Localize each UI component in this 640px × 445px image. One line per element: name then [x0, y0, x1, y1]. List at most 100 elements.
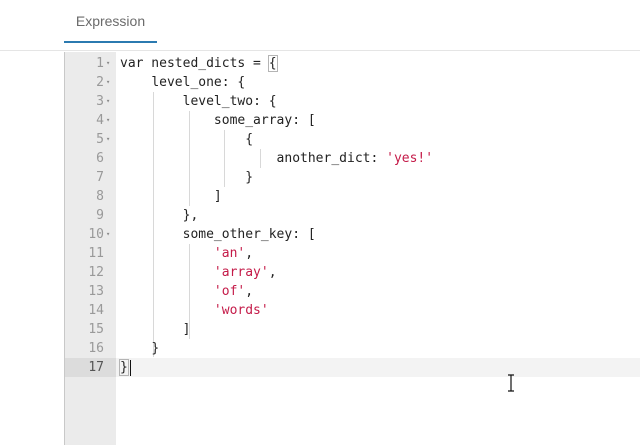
code-line[interactable]: 6 another_dict: 'yes!'	[65, 149, 640, 168]
code-token: }	[119, 359, 129, 376]
code-text: 'of',	[120, 282, 253, 301]
code-text: },	[120, 206, 199, 225]
code-token: ,	[245, 284, 254, 299]
code-line[interactable]: 14 'words'	[65, 301, 640, 320]
code-text: another_dict: 'yes!'	[120, 149, 434, 168]
code-editor[interactable]: 1 ▾ var nested_dicts = {2 ▾ level_one: {3 ▾ …	[64, 52, 640, 445]
code-text: level_one: {	[120, 73, 245, 92]
code-line[interactable]: 7 }	[65, 168, 640, 187]
code-token: ]	[182, 322, 191, 337]
code-line[interactable]: 13 'of',	[65, 282, 640, 301]
line-number: 12	[88, 265, 104, 280]
code-token: var nested_dicts =	[120, 56, 269, 71]
fold-arrow-icon[interactable]: ▾	[106, 130, 110, 149]
code-token: ,	[268, 265, 277, 280]
line-number: 1	[96, 56, 104, 71]
line-number: 15	[88, 322, 104, 337]
code-line[interactable]: 3 ▾ level_two: {	[65, 92, 640, 111]
code-line[interactable]: 10 ▾ some_other_key: [	[65, 225, 640, 244]
code-token: },	[182, 208, 199, 223]
line-number: 17	[88, 360, 104, 375]
code-line[interactable]: 5 ▾ {	[65, 130, 640, 149]
line-number: 3	[96, 94, 104, 109]
text-caret	[130, 360, 131, 376]
string-literal: 'an'	[213, 246, 246, 261]
code-token: ]	[213, 189, 222, 204]
code-line[interactable]: 2 ▾ level_one: {	[65, 73, 640, 92]
line-number: 2	[96, 75, 104, 90]
code-token: {	[245, 132, 254, 147]
code-token: level_two: {	[182, 94, 277, 109]
string-literal: 'yes!'	[386, 151, 434, 166]
code-token: some_other_key: [	[182, 227, 316, 242]
code-text: some_other_key: [	[120, 225, 316, 244]
code-line[interactable]: 12 'array',	[65, 263, 640, 282]
code-token: another_dict:	[276, 151, 387, 166]
line-number: 16	[88, 341, 104, 356]
code-line[interactable]: 4 ▾ some_array: [	[65, 111, 640, 130]
code-text: }	[120, 168, 253, 187]
line-number: 6	[96, 151, 104, 166]
code-text: some_array: [	[120, 111, 316, 130]
code-text: 'an',	[120, 244, 253, 263]
line-number: 11	[88, 246, 104, 261]
code-line[interactable]: 8 ]	[65, 187, 640, 206]
line-number: 9	[96, 208, 104, 223]
fold-arrow-icon[interactable]: ▾	[106, 225, 110, 244]
code-text: }	[119, 358, 129, 377]
tab-divider	[0, 50, 640, 51]
string-literal: 'array'	[213, 265, 269, 280]
code-text: 'words'	[120, 301, 269, 320]
code-text: ]	[120, 320, 191, 339]
code-text: }	[120, 339, 159, 358]
code-token: }	[151, 341, 160, 356]
tab-expression[interactable]: Expression	[64, 0, 157, 43]
code-line[interactable]: 17}	[65, 358, 640, 377]
code-line[interactable]: 15 ]	[65, 320, 640, 339]
code-line[interactable]: 9 },	[65, 206, 640, 225]
code-token: some_array: [	[213, 113, 316, 128]
fold-arrow-icon[interactable]: ▾	[106, 92, 110, 111]
fold-arrow-icon[interactable]: ▾	[106, 111, 110, 130]
code-text: ]	[120, 187, 222, 206]
fold-arrow-icon[interactable]: ▾	[106, 54, 110, 73]
code-text: 'array',	[120, 263, 277, 282]
code-token: }	[245, 170, 254, 185]
code-lines: 1 ▾ var nested_dicts = {2 ▾ level_one: {3 ▾ …	[65, 54, 640, 377]
line-number: 5	[96, 132, 104, 147]
text-cursor-icon	[508, 374, 514, 392]
code-token: level_one: {	[151, 75, 246, 90]
line-number: 13	[88, 284, 104, 299]
code-line[interactable]: 11 'an',	[65, 244, 640, 263]
string-literal: 'words'	[213, 303, 269, 318]
code-token: ,	[245, 246, 254, 261]
string-literal: 'of'	[213, 284, 246, 299]
line-number: 8	[96, 189, 104, 204]
code-text: level_two: {	[120, 92, 277, 111]
code-text: var nested_dicts = {	[120, 54, 278, 73]
fold-arrow-icon[interactable]: ▾	[106, 73, 110, 92]
line-number: 10	[88, 227, 104, 242]
line-number: 7	[96, 170, 104, 185]
code-line[interactable]: 16 }	[65, 339, 640, 358]
line-number: 4	[96, 113, 104, 128]
code-text: {	[120, 130, 253, 149]
code-token: {	[267, 55, 278, 72]
line-number: 14	[88, 303, 104, 318]
code-line[interactable]: 1 ▾ var nested_dicts = {	[65, 54, 640, 73]
